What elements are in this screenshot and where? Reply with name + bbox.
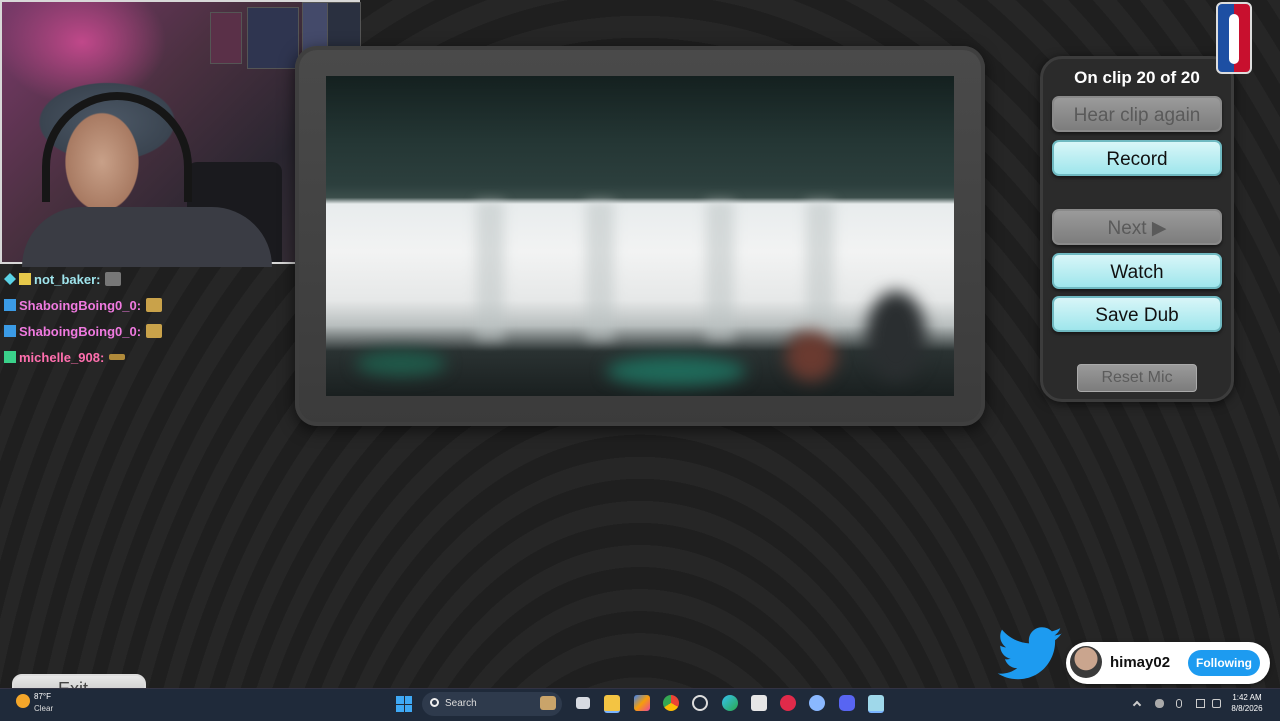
chat-message: ShaboingBoing0_0: [4,318,204,344]
video-scene-figure [866,291,926,381]
chat-badge-icon [4,325,16,337]
discord-icon[interactable] [839,695,855,711]
media-player-icon[interactable] [780,695,796,711]
chat-username: not_baker: [34,271,101,287]
obs-icon[interactable] [692,695,708,711]
video-scene-pillar [586,201,614,341]
headset [42,92,192,202]
notepad-icon[interactable] [868,695,884,713]
chat-badge-icon [4,273,16,285]
chat-message: michelle_908: [4,344,204,370]
chat-emote-icon [105,272,122,286]
chat-message: ShaboingBoing0_0: [4,292,204,318]
app-icon[interactable] [809,695,825,711]
wall-poster [210,12,242,64]
record-button[interactable]: Record [1052,140,1222,176]
task-view-icon[interactable] [576,697,590,709]
chat-emote-icon [109,354,126,360]
video-scene-pillar [706,201,734,341]
video-clip-player[interactable] [326,76,954,396]
chat-badge-icon [4,351,16,363]
chat-username: michelle_908: [19,349,105,365]
clock-date[interactable]: 8/8/2026 [1226,704,1268,713]
edge-icon[interactable] [722,695,738,711]
weather-temperature: 87°F [34,692,51,701]
network-icon[interactable] [1196,699,1205,708]
video-scene-console [606,356,746,386]
chat-badge-icon [4,299,16,311]
video-scene-pillar [806,201,834,341]
volume-icon[interactable] [1212,699,1221,708]
chat-overlay: not_baker: ShaboingBoing0_0: ShaboingBoi… [4,266,204,370]
onedrive-icon[interactable] [1155,699,1164,708]
search-label: Search [445,698,477,709]
clock-time[interactable]: 1:42 AM [1226,693,1268,702]
search-highlight-icon [540,696,556,710]
chat-username: ShaboingBoing0_0: [19,323,142,339]
file-explorer-icon[interactable] [604,695,620,713]
save-dub-button[interactable]: Save Dub [1052,296,1222,332]
search-icon [430,698,439,707]
copilot-icon[interactable] [634,695,650,711]
video-scene-console [356,351,446,376]
league-logo [1216,2,1252,74]
chat-badge-icon [19,273,31,285]
weather-icon[interactable] [16,694,30,708]
chat-emote-icon [146,324,163,338]
streamer-shirt [22,207,272,267]
twitter-bird-icon [997,627,1063,680]
chat-message: not_baker: [4,266,204,292]
avatar [1070,646,1102,678]
next-button[interactable]: Next ▶ [1052,209,1222,245]
wall-poster [247,7,299,69]
twitter-handle: himay02 [1110,654,1171,671]
hear-clip-again-button[interactable]: Hear clip again [1052,96,1222,132]
reset-mic-button[interactable]: Reset Mic [1077,364,1197,392]
store-icon[interactable] [751,695,767,711]
logo-silhouette [1229,14,1239,64]
following-button[interactable]: Following [1188,650,1260,676]
chrome-icon[interactable] [663,695,679,711]
chat-username: ShaboingBoing0_0: [19,297,142,313]
video-scene-pillar [476,201,504,341]
watch-button[interactable]: Watch [1052,253,1222,289]
microphone-icon[interactable] [1176,699,1182,708]
windows-start-icon[interactable] [396,696,412,712]
weather-description: Clear [34,704,54,713]
video-scene-figure [786,331,836,381]
chat-emote-icon [146,298,163,312]
clip-counter: On clip 20 of 20 [1074,68,1200,87]
